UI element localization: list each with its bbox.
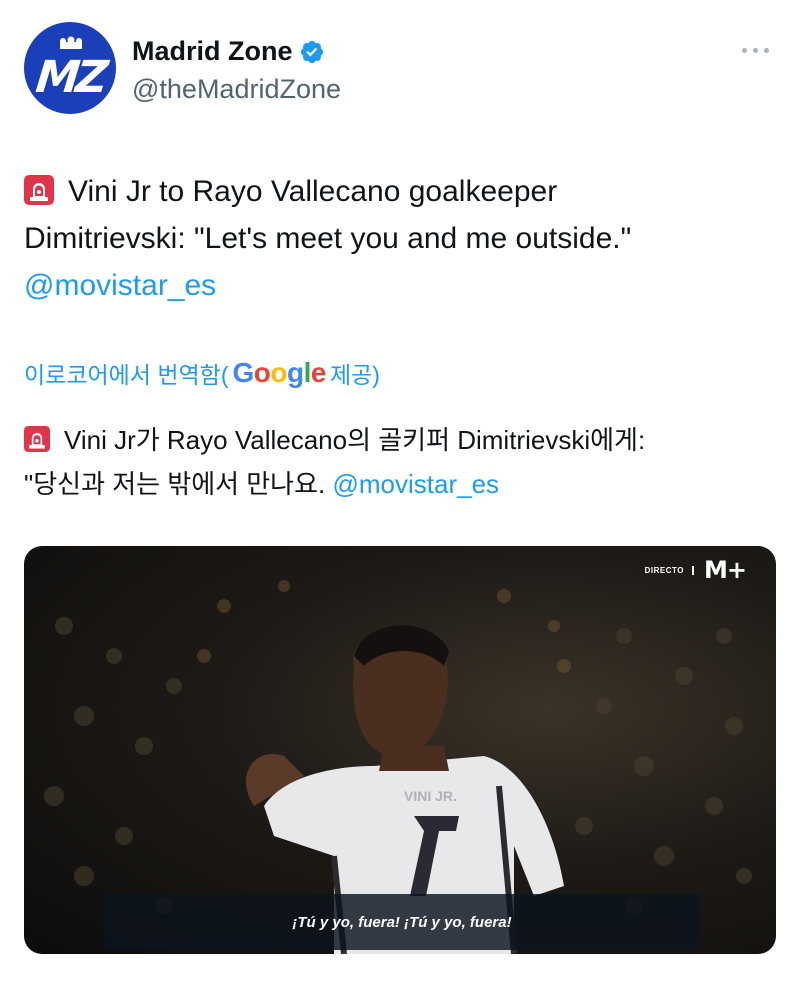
avatar[interactable]: MZ — [24, 22, 116, 114]
video-media[interactable]: DIRECTO M+ VINI JR. ¡Tú y yo, fuera! ¡Tú… — [24, 546, 776, 954]
translated-text: Vini Jr가 Rayo Vallecano의 골키퍼 Dimitrievsk… — [24, 418, 784, 506]
channel-logo: M+ — [704, 556, 747, 584]
translation-label-suffix: 제공) — [329, 362, 380, 388]
display-name[interactable]: Madrid Zone — [132, 36, 293, 67]
translated-line-1: Vini Jr가 Rayo Vallecano의 골키퍼 Dimitrievsk… — [24, 418, 784, 462]
svg-text:VINI JR.: VINI JR. — [404, 788, 457, 804]
live-label: DIRECTO — [645, 565, 694, 575]
broadcast-overlay: DIRECTO M+ — [645, 556, 747, 584]
tweet-line-1: Vini Jr to Rayo Vallecano goalkeeper — [24, 168, 774, 215]
rotating-light-icon — [24, 426, 50, 452]
translation-label-prefix: 이로코어에서 번역함( — [24, 362, 229, 388]
tweet-line-2: Dimitrievski: "Let's meet you and me out… — [24, 222, 632, 255]
crown-icon — [60, 36, 82, 49]
dot — [763, 47, 769, 53]
tweet-text: Vini Jr to Rayo Vallecano goalkeeper Dim… — [24, 168, 774, 309]
author-name-row[interactable]: Madrid Zone — [132, 36, 325, 67]
rotating-light-icon — [24, 175, 54, 205]
tweet-text-line-1: Vini Jr to Rayo Vallecano goalkeeper — [68, 175, 558, 208]
translated-text-line-2: "당신과 저는 밖에서 만나요. — [24, 469, 326, 499]
video-subtitle: ¡Tú y yo, fuera! ¡Tú y yo, fuera! — [104, 894, 700, 950]
translated-mention-link[interactable]: @movistar_es — [332, 469, 499, 499]
translated-line-2: "당신과 저는 밖에서 만나요. @movistar_es — [24, 462, 784, 506]
verified-badge-icon — [300, 40, 323, 63]
account-handle[interactable]: @theMadridZone — [132, 74, 341, 105]
translation-attribution[interactable]: 이로코어에서 번역함( Google 제공) — [24, 356, 380, 390]
dot — [752, 47, 758, 53]
avatar-logo-text: MZ — [33, 52, 107, 103]
mention-link[interactable]: @movistar_es — [24, 269, 216, 302]
more-options-icon[interactable] — [738, 38, 772, 62]
google-logo: Google — [232, 357, 327, 388]
dot — [741, 47, 747, 53]
translated-text-line-1: Vini Jr가 Rayo Vallecano의 골키퍼 Dimitrievsk… — [64, 425, 646, 455]
